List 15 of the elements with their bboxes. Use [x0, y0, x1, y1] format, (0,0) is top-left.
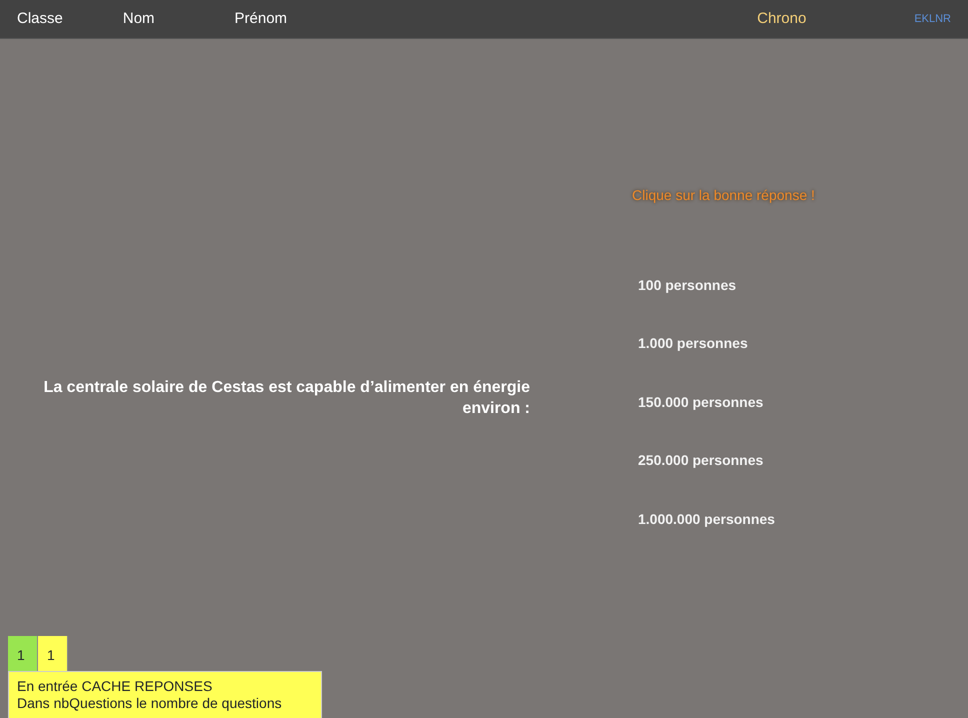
header-label: Classe — [17, 8, 63, 29]
instruction-text: Clique sur la bonne réponse ! — [632, 186, 815, 205]
answer-option[interactable]: 100 personnes — [638, 256, 736, 314]
answer-option[interactable]: 250.000 personnes — [638, 432, 764, 490]
answer-option[interactable]: 1.000.000 personnes — [638, 490, 775, 548]
answer-option[interactable]: 150.000 personnes — [638, 373, 764, 432]
counter: 1 — [8, 636, 38, 671]
chrono-label: Chrono — [757, 8, 806, 29]
answer-option[interactable]: 1.000 personnes — [638, 314, 748, 373]
notes-panel: En entrée CACHE REPONSES Dans nbQuestions le nombre de questions — [8, 671, 322, 718]
header-label: Prénom — [234, 8, 288, 29]
counter: 1 — [38, 636, 68, 671]
header-label: Nom — [122, 8, 155, 29]
code-label: EKLNR — [914, 12, 951, 27]
question-text: La centrale solaire de Cestas est capable d’alimenter en énergie environ : — [42, 378, 530, 419]
